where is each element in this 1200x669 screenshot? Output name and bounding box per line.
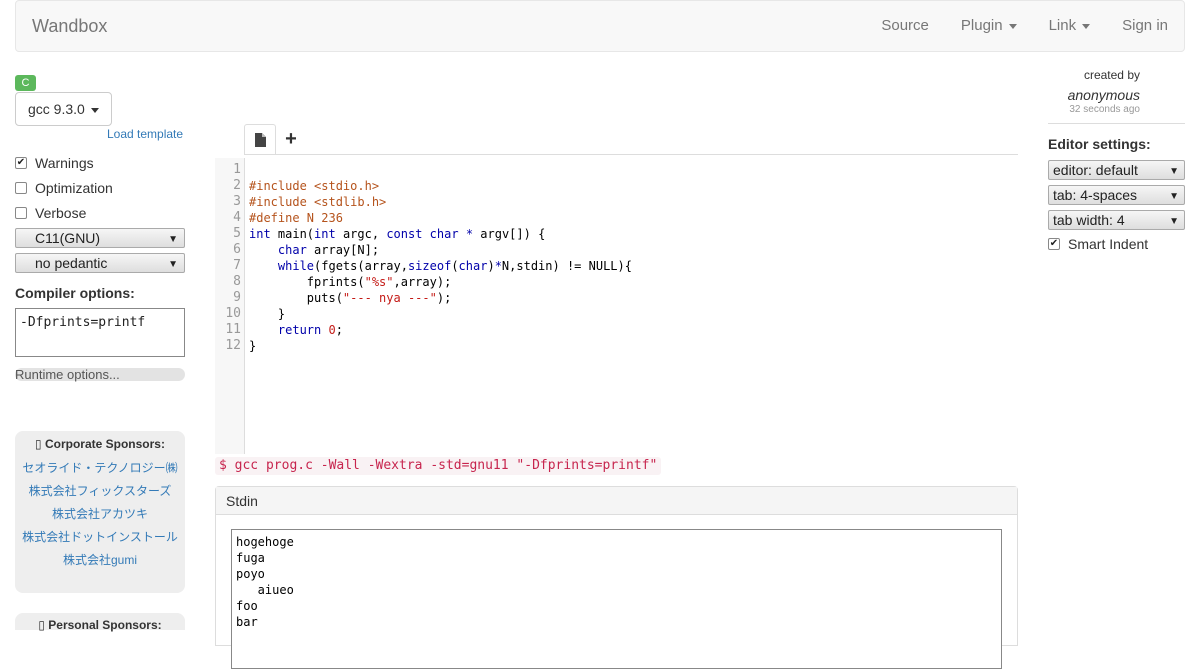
sponsor-link[interactable]: セオライド・テクノロジー㈱: [15, 457, 185, 480]
load-template-link[interactable]: Load template: [107, 127, 183, 141]
caret-down-icon: [1082, 23, 1091, 29]
corporate-sponsors-title-text: Corporate Sponsors:: [44, 437, 165, 451]
runtime-options-toggle[interactable]: Runtime options...: [15, 368, 185, 381]
verbose-option[interactable]: Verbose: [15, 204, 86, 222]
warnings-checkbox[interactable]: ✔: [15, 157, 27, 169]
compiler-select-button[interactable]: gcc 9.3.0: [15, 92, 112, 126]
tab-width-select[interactable]: tab width: 4 ▼: [1048, 210, 1185, 230]
compiler-select-label: gcc 9.3.0: [28, 101, 85, 117]
warnings-option[interactable]: ✔ Warnings: [15, 154, 94, 172]
sponsor-link[interactable]: 株式会社ドットインストール: [15, 526, 185, 549]
personal-sponsors-title: ▯ Personal Sponsors:: [15, 613, 185, 632]
line-number: 7: [233, 258, 241, 273]
line-number-gutter: 1 2 3 4 5 6 7 8 9 10 11 12: [215, 158, 245, 454]
corporate-sponsors-title: ▯ Corporate Sponsors:: [15, 431, 185, 451]
smart-indent-option[interactable]: ✔ Smart Indent: [1048, 235, 1148, 253]
line-number: 9: [233, 290, 241, 305]
stdin-textarea[interactable]: hogehoge fuga poyo aiueo foo bar: [231, 529, 1002, 669]
line-number: 12: [225, 338, 241, 353]
line-number: 1: [233, 162, 241, 177]
code-line[interactable]: #include <stdlib.h>: [249, 195, 386, 209]
line-number: 11: [225, 322, 241, 337]
sponsor-link[interactable]: 株式会社gumi: [15, 549, 185, 572]
code-line[interactable]: int main(int argc, const char * argv[]) …: [249, 227, 545, 241]
code-line[interactable]: }: [249, 307, 285, 321]
line-number: 5: [233, 226, 241, 241]
caret-down-icon: [1008, 23, 1017, 29]
line-number: 2: [233, 178, 241, 193]
code-line[interactable]: puts("--- nya ---");: [249, 291, 452, 305]
pedantic-select[interactable]: no pedantic ▼: [15, 253, 185, 273]
code-line[interactable]: while(fgets(array,sizeof(char)*N,stdin) …: [249, 259, 632, 273]
nav-link-dropdown[interactable]: Link: [1033, 1, 1107, 51]
std-select-value: C11(GNU): [35, 230, 101, 246]
verbose-checkbox[interactable]: [15, 207, 27, 219]
triangle-down-icon: ▼: [1169, 216, 1179, 227]
nav-sign-in[interactable]: Sign in: [1106, 1, 1184, 51]
caret-down-icon: [90, 107, 99, 113]
triangle-down-icon: ▼: [1169, 191, 1179, 202]
pedantic-select-value: no pedantic: [35, 255, 108, 271]
file-tab[interactable]: [244, 124, 276, 155]
editor-mode-value: editor: default: [1053, 162, 1138, 178]
author-name: anonymous: [1067, 87, 1140, 103]
code-line[interactable]: fprints("%s",array);: [249, 275, 452, 289]
editor-mode-select[interactable]: editor: default ▼: [1048, 160, 1185, 180]
tab-divider: [244, 154, 1018, 155]
triangle-down-icon: ▼: [168, 259, 178, 270]
code-line[interactable]: char array[N];: [249, 243, 379, 257]
editor-settings-label: Editor settings:: [1048, 136, 1151, 152]
nav-plugin-dropdown[interactable]: Plugin: [945, 1, 1033, 51]
triangle-down-icon: ▼: [168, 234, 178, 245]
brand-logo[interactable]: Wandbox: [32, 16, 107, 37]
sponsor-link[interactable]: 株式会社フィックスターズ: [15, 480, 185, 503]
smart-indent-checkbox[interactable]: ✔: [1048, 238, 1060, 250]
stdin-panel: Stdin hogehoge fuga poyo aiueo foo bar: [215, 486, 1018, 669]
command-line: $ gcc prog.c -Wall -Wextra -std=gnu11 "-…: [215, 457, 662, 475]
created-by-label: created by: [1083, 68, 1140, 82]
line-number: 4: [233, 210, 241, 225]
stdin-title: Stdin: [216, 487, 1017, 515]
add-tab-button[interactable]: +: [280, 126, 302, 152]
language-badge: C: [15, 75, 36, 91]
code-line[interactable]: return 0;: [249, 323, 343, 337]
code-editor[interactable]: 1 2 3 4 5 6 7 8 9 10 11 12 #include <std…: [215, 158, 1018, 454]
optimization-option[interactable]: Optimization: [15, 179, 113, 197]
compiler-options-textarea[interactable]: -Dfprints=printf: [15, 308, 185, 357]
line-number: 3: [233, 194, 241, 209]
line-number: 8: [233, 274, 241, 289]
warnings-label: Warnings: [35, 155, 94, 171]
tab-mode-value: tab: 4-spaces: [1053, 187, 1138, 203]
code-line[interactable]: }: [249, 339, 256, 353]
collapse-icon[interactable]: ▯: [35, 437, 45, 451]
std-select[interactable]: C11(GNU) ▼: [15, 228, 185, 248]
nav-plugin-label: Plugin: [960, 17, 1003, 34]
line-number: 6: [233, 242, 241, 257]
smart-indent-label: Smart Indent: [1068, 236, 1149, 252]
file-icon: [255, 133, 266, 147]
nav-link-label: Link: [1048, 17, 1077, 34]
nav-menu: Source Plugin Link Sign in: [865, 1, 1184, 51]
divider: [1048, 123, 1185, 124]
tab-width-value: tab width: 4: [1053, 212, 1125, 228]
optimization-label: Optimization: [35, 180, 113, 196]
navbar: Wandbox Source Plugin Link Sign in: [15, 0, 1185, 52]
optimization-checkbox[interactable]: [15, 182, 27, 194]
corporate-sponsors-panel: ▯ Corporate Sponsors: セオライド・テクノロジー㈱ 株式会社…: [15, 431, 185, 593]
personal-sponsors-panel: ▯ Personal Sponsors:: [15, 613, 185, 632]
nav-source-label: Source: [881, 17, 929, 34]
triangle-down-icon: ▼: [1169, 166, 1179, 177]
sponsor-link[interactable]: 株式会社アカツキ: [15, 503, 185, 526]
nav-sign-in-label: Sign in: [1122, 17, 1168, 34]
nav-source[interactable]: Source: [865, 1, 945, 51]
created-time: 32 seconds ago: [1069, 104, 1140, 115]
tab-mode-select[interactable]: tab: 4-spaces ▼: [1048, 185, 1185, 205]
verbose-label: Verbose: [35, 205, 87, 221]
line-number: 10: [225, 306, 241, 321]
compiler-options-label: Compiler options:: [15, 285, 135, 301]
code-line[interactable]: #define N 236: [249, 211, 343, 225]
code-line[interactable]: #include <stdio.h>: [249, 179, 379, 193]
